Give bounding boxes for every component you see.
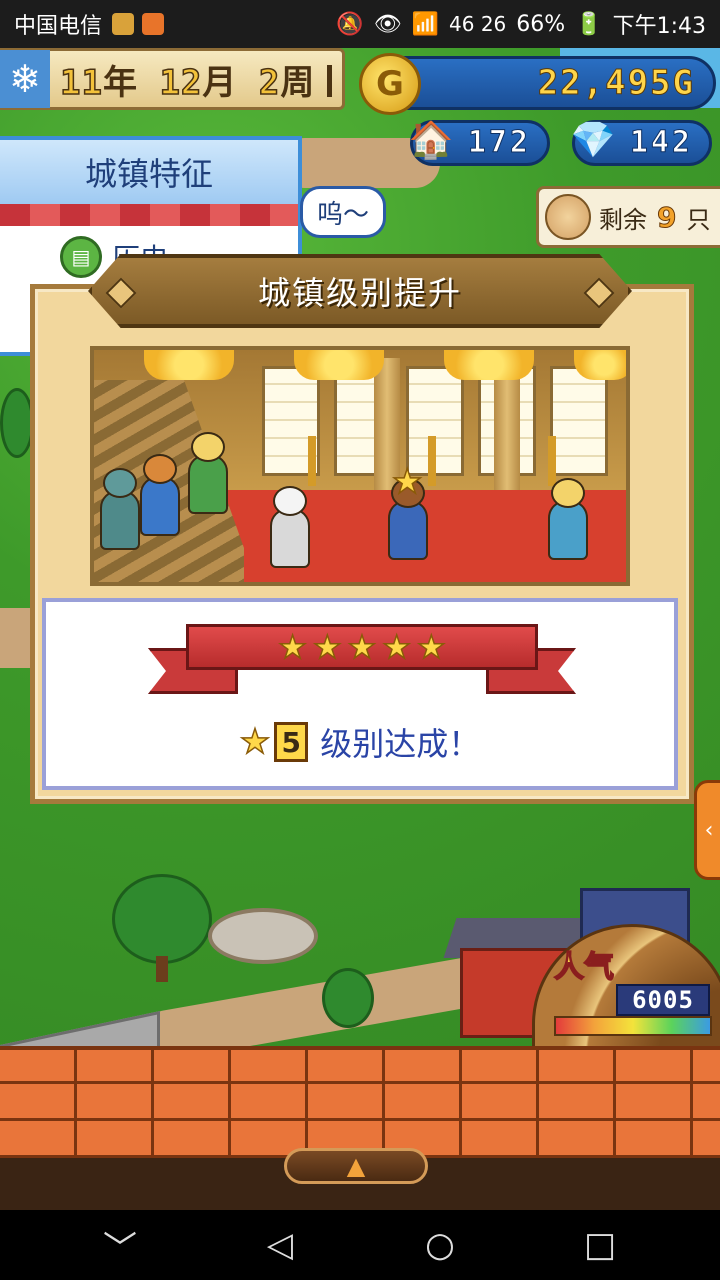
hide-nav-button[interactable]: ﹀: [90, 1215, 150, 1275]
gold-coin-icon: G: [359, 53, 421, 115]
date-display: 11年 12月 2周: [59, 55, 316, 104]
home-button[interactable]: ○: [410, 1215, 470, 1275]
candelabra: [548, 436, 556, 486]
popularity-value: 6005: [616, 984, 710, 1016]
carrier-name: 中国电信: [14, 14, 103, 39]
town-building-icon: 🏠: [408, 120, 454, 161]
battery-percent: 66%: [516, 11, 566, 37]
status-right-group: 🔕 👁 📶 46 26 66% 🔋 下午1:43: [336, 8, 706, 40]
date-week: 2: [258, 62, 281, 104]
elder-character: [270, 508, 310, 568]
knight-statue-head: [103, 468, 137, 498]
scene-star-icon: ★: [391, 461, 423, 503]
chandelier: [574, 350, 626, 380]
candelabra: [428, 436, 436, 486]
tree-trunk: [156, 956, 168, 982]
guest-character-head: [143, 454, 177, 484]
recents-button[interactable]: □: [570, 1215, 630, 1275]
princess-character-head: [551, 478, 585, 508]
speech-bubble: 呜～: [300, 186, 386, 238]
notification-app-icon: [112, 13, 135, 35]
status-bar: 中国电信 🔕 👁 📶 46 26 66% 🔋 下午1:43: [0, 0, 720, 48]
wifi-icon: 📶: [411, 11, 440, 37]
star-icon: ★: [278, 628, 308, 666]
remaining-panel[interactable]: 剩余 9 只: [536, 186, 720, 248]
book-icon: ▤: [60, 236, 102, 278]
tree[interactable]: [322, 968, 374, 1028]
guest-character: [188, 454, 228, 514]
network-type: 46 26: [449, 12, 507, 36]
resident-face-icon: [545, 194, 591, 240]
remaining-suffix: 只: [686, 205, 711, 234]
eye-icon: 👁: [373, 11, 402, 37]
star-rating-ribbon: ★ ★ ★ ★ ★: [186, 624, 538, 670]
candelabra: [308, 436, 316, 486]
date-year: 11: [59, 62, 103, 104]
snowflake-icon: ❄: [0, 50, 50, 108]
hall-window: [550, 366, 608, 476]
crystal-count-panel[interactable]: 💎 142: [571, 120, 712, 166]
popularity-label: 人气: [553, 949, 615, 986]
curtain-decoration: [0, 204, 298, 226]
popup-title: 城镇级别提升: [257, 274, 462, 312]
achievement-line: ★ 5 级别达成！: [42, 714, 678, 770]
side-menu-tab[interactable]: ‹: [694, 780, 720, 880]
arrow-up-icon: ▲: [346, 1152, 366, 1180]
star-icon: ★: [312, 628, 342, 666]
chandelier: [444, 350, 534, 380]
tree[interactable]: [112, 874, 212, 964]
achievement-text: 级别达成！: [320, 725, 481, 763]
star-icon: ★: [347, 628, 377, 666]
gold-panel[interactable]: G 22,495G: [359, 53, 716, 115]
crystal-count-value: 142: [629, 125, 693, 161]
knight-statue: [100, 490, 140, 550]
town-count-value: 172: [467, 125, 531, 161]
stone-plot[interactable]: [0, 1010, 160, 1048]
star-icon: ★: [416, 628, 446, 666]
chandelier: [294, 350, 384, 380]
fountain[interactable]: [208, 908, 318, 964]
princess-character: [548, 500, 588, 560]
hero-character: [388, 500, 428, 560]
guest-character-head: [191, 432, 225, 462]
brick-menu-bar: [0, 1046, 720, 1158]
crystal-icon: 💎: [570, 120, 616, 161]
chevron-left-icon: ‹: [704, 817, 714, 843]
battery-icon: 🔋: [575, 11, 603, 37]
date-week-unit: 周: [280, 62, 316, 103]
popup-title-banner: 城镇级别提升: [88, 254, 632, 328]
chandelier: [144, 350, 234, 380]
video-app-icon: [142, 13, 165, 35]
date-progress-tick: [327, 65, 332, 97]
date-panel[interactable]: ❄ 11年 12月 2周: [0, 48, 345, 110]
popularity-bar-fill: [556, 1018, 710, 1034]
banner-diamond-left: [105, 277, 137, 309]
celebration-scene-image: ★: [90, 346, 630, 586]
popularity-bar: [554, 1016, 712, 1036]
level-number-badge: 5: [274, 722, 309, 762]
banner-diamond-right: [583, 277, 615, 309]
elder-character-head: [273, 486, 307, 516]
town-feature-title: 城镇特征: [0, 140, 298, 204]
star-icon: ★: [382, 628, 412, 666]
clock: 下午1:43: [612, 14, 706, 39]
expand-menu-button[interactable]: ▲: [284, 1148, 428, 1184]
town-count-panel[interactable]: 🏠 172: [409, 120, 550, 166]
gold-value: 22,495G: [537, 63, 695, 104]
achievement-star-icon: ★: [239, 721, 271, 763]
back-button[interactable]: ◁: [250, 1215, 310, 1275]
mute-icon: 🔕: [336, 11, 364, 37]
system-nav-bar: ﹀ ◁ ○ □: [0, 1210, 720, 1280]
remaining-prefix: 剩余: [599, 205, 647, 234]
guest-character: [140, 476, 180, 536]
date-year-unit: 年: [102, 62, 138, 103]
remaining-count: 9: [656, 200, 677, 234]
tree[interactable]: [0, 388, 34, 458]
date-month-unit: 月: [202, 62, 238, 103]
date-month: 12: [159, 62, 203, 104]
